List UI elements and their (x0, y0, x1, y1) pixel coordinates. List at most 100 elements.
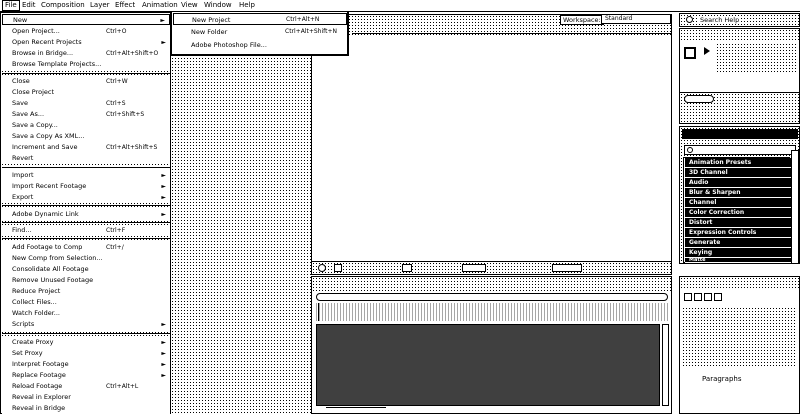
menu-file[interactable]: File (2, 0, 20, 11)
file-menu-item-reload-footage[interactable]: Reload Footage Ctrl+Alt+L (2, 381, 170, 392)
file-menu-item-scripts[interactable]: Scripts ► (2, 319, 170, 330)
file-menu-item-close-project[interactable]: Close Project (2, 87, 170, 98)
file-menu-dropdown: New ► Open Project... Ctrl+O Open Recent P… (0, 12, 171, 414)
submenu-item-new-folder[interactable]: New Folder Ctrl+Alt+Shift+N (173, 26, 347, 38)
file-menu-item-consolidate[interactable]: Consolidate All Footage (2, 264, 170, 275)
effects-item[interactable]: Distort (685, 218, 797, 228)
file-menu-item-remove-unused[interactable]: Remove Unused Footage (2, 275, 170, 286)
file-menu-item-browse-bridge[interactable]: Browse in Bridge... Ctrl+Alt+Shift+O (2, 48, 170, 59)
file-menu-item-close[interactable]: Close Ctrl+W (2, 76, 170, 87)
justify-icon[interactable] (714, 293, 722, 301)
file-menu-item-collect-files[interactable]: Collect Files... (2, 297, 170, 308)
triangle-right-icon: ► (161, 183, 166, 190)
align-right-icon[interactable] (704, 293, 712, 301)
menu-composition[interactable]: Composition (41, 1, 85, 10)
file-menu-item-replace-footage[interactable]: Replace Footage ► (2, 370, 170, 381)
menu-animation[interactable]: Animation (142, 1, 178, 10)
effects-item[interactable]: 3D Channel (685, 168, 797, 178)
magnifier-icon (686, 16, 693, 23)
file-menu-item-import[interactable]: Import ► (2, 170, 170, 181)
file-menu-item-increment-save[interactable]: Increment and Save Ctrl+Alt+Shift+S (2, 142, 170, 153)
preview-swatch-icon (684, 47, 696, 59)
file-menu-item-reveal-bridge[interactable]: Reveal in Bridge (2, 403, 170, 414)
file-menu-item-interpret-footage[interactable]: Interpret Footage ► (2, 359, 170, 370)
file-menu-item-revert[interactable]: Revert (2, 153, 170, 164)
timeline-vertical-scrollbar[interactable] (662, 324, 669, 406)
effects-item[interactable]: Animation Presets (685, 158, 797, 168)
effects-item[interactable]: Expression Controls (685, 228, 797, 238)
effects-search-field[interactable] (684, 145, 796, 155)
paragraph-panel-title: Paragraphs (702, 375, 742, 383)
menu-separator (2, 238, 170, 239)
info-panel-controls (716, 43, 796, 73)
triangle-right-icon: ► (161, 172, 166, 179)
magnification-icon[interactable] (318, 264, 326, 272)
file-menu-item-save-as[interactable]: Save As... Ctrl+Shift+S (2, 109, 170, 120)
effects-panel-header (682, 129, 798, 139)
file-menu-item-open-recent[interactable]: Open Recent Projects ► (2, 37, 170, 48)
menu-help[interactable]: Help (239, 1, 255, 10)
file-menu-item-browse-templates[interactable]: Browse Template Projects... (2, 59, 170, 70)
help-panel: Search Help (679, 13, 800, 27)
workspace-dropdown[interactable]: Standard (601, 14, 671, 24)
menu-layer[interactable]: Layer (90, 1, 110, 10)
menu-window[interactable]: Window (204, 1, 232, 10)
menu-edit[interactable]: Edit (22, 1, 36, 10)
triangle-right-icon: ► (161, 361, 166, 368)
menu-effect[interactable]: Effect (115, 1, 135, 10)
triangle-right-icon: ► (161, 211, 166, 218)
new-submenu: New Project Ctrl+Alt+N New Folder Ctrl+Alt… (171, 12, 349, 56)
file-menu-item-save-copy[interactable]: Save a Copy... (2, 120, 170, 131)
effects-item[interactable]: Generate (685, 238, 797, 248)
submenu-item-new-project[interactable]: New Project Ctrl+Alt+N (173, 13, 347, 25)
workspace-value: Standard (605, 15, 633, 22)
file-menu-item-add-footage[interactable]: Add Footage to Comp Ctrl+/ (2, 242, 170, 253)
effects-item[interactable]: Blur & Sharpen (685, 188, 797, 198)
composition-viewer (312, 39, 671, 261)
view-dropdown[interactable] (552, 264, 582, 272)
file-menu-item-save-copy-xml[interactable]: Save a Copy As XML... (2, 131, 170, 142)
info-panel (679, 28, 800, 98)
effects-item[interactable]: Color Correction (685, 208, 797, 218)
composition-bottom-toolbar (312, 261, 671, 274)
effects-scrollbar[interactable] (791, 150, 799, 264)
file-menu-item-reveal-explorer[interactable]: Reveal in Explorer (2, 392, 170, 403)
file-menu-item-save[interactable]: Save Ctrl+S (2, 98, 170, 109)
file-menu-item-new-comp-selection[interactable]: New Comp from Selection... (2, 253, 170, 264)
camera-icon[interactable] (402, 264, 412, 272)
timeline-layer-area (316, 324, 660, 406)
file-menu-item-create-proxy[interactable]: Create Proxy ► (2, 337, 170, 348)
file-menu-item-import-recent[interactable]: Import Recent Footage ► (2, 181, 170, 192)
file-menu-item-set-proxy[interactable]: Set Proxy ► (2, 348, 170, 359)
file-menu-item-export[interactable]: Export ► (2, 192, 170, 203)
menu-bar: File Edit Composition Layer Effect Anima… (0, 0, 800, 12)
effects-item[interactable]: Matte (685, 258, 797, 263)
file-menu-item-open-project[interactable]: Open Project... Ctrl+O (2, 26, 170, 37)
info-panel-tabs (680, 29, 799, 41)
file-menu-item-dynamic-link[interactable]: Adobe Dynamic Link ► (2, 209, 170, 220)
workspace-label: Workspace: (560, 15, 604, 25)
audio-tab[interactable] (684, 95, 714, 103)
effects-item[interactable]: Audio (685, 178, 797, 188)
search-icon (687, 147, 693, 153)
grid-icon[interactable] (334, 264, 342, 272)
timeline-zoom-slider[interactable] (326, 407, 386, 413)
align-left-icon[interactable] (684, 293, 692, 301)
file-menu-item-new[interactable]: New ► (2, 14, 170, 25)
paragraph-panel-tabs (680, 277, 799, 289)
resolution-dropdown[interactable] (462, 264, 486, 272)
menu-separator (2, 222, 170, 223)
effects-item[interactable]: Channel (685, 198, 797, 208)
file-menu-item-find[interactable]: Find... Ctrl+F (2, 225, 170, 236)
triangle-right-icon: ► (161, 39, 166, 46)
timeline-time-scale (316, 303, 668, 321)
align-center-icon[interactable] (694, 293, 702, 301)
file-menu-item-reduce-project[interactable]: Reduce Project (2, 286, 170, 297)
submenu-item-photoshop-file[interactable]: Adobe Photoshop File... (173, 39, 347, 51)
play-icon[interactable] (704, 47, 710, 55)
search-help-field[interactable]: Search Help (698, 16, 742, 24)
menu-view[interactable]: View (181, 1, 198, 10)
triangle-right-icon: ► (161, 194, 166, 201)
time-indicator-line[interactable] (318, 303, 319, 321)
file-menu-item-watch-folder[interactable]: Watch Folder... (2, 308, 170, 319)
